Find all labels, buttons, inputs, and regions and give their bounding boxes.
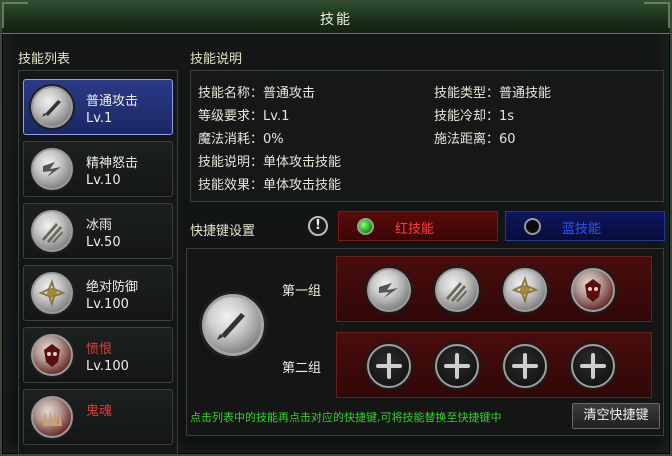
skill-item-pugong[interactable]: 普通攻击 Lv.1 [23, 79, 173, 135]
sword-icon [31, 86, 73, 128]
skill-level: Lv.10 [86, 173, 121, 188]
skill-item-fenhen[interactable]: 愤恨 Lv.100 [23, 327, 173, 383]
desc-row-name: 技能名称：普通攻击 [198, 86, 316, 101]
skill-item-guihun[interactable]: 鬼魂 [23, 389, 173, 445]
title-bar: 技能 [2, 2, 670, 34]
skill-name: 绝对防御 [86, 280, 139, 295]
desc-row-effect: 技能效果：单体攻击技能 [198, 178, 342, 193]
tab-red-skills[interactable]: 红技能 [338, 211, 498, 241]
spiral-shield-icon [31, 272, 73, 314]
skill-name: 精神怒击 [86, 156, 139, 171]
tab-label: 蓝技能 [562, 222, 602, 237]
skill-level: Lv.1 [86, 111, 113, 126]
lightning-strike-icon [31, 148, 73, 190]
radio-selected-icon [357, 218, 374, 235]
plus-icon [512, 353, 538, 379]
skill-level: Lv.100 [86, 359, 129, 374]
hotkey-slot-1-1[interactable] [367, 268, 411, 312]
desc-row-level-req: 等级要求：Lv.1 [198, 109, 290, 124]
ghost-claws-icon [31, 396, 73, 438]
desc-row-cooldown: 技能冷却：1s [434, 109, 515, 124]
hotkey-group-1 [336, 256, 652, 322]
plus-icon [580, 353, 606, 379]
ice-rain-icon [31, 210, 73, 252]
selected-skill-sword-icon [202, 294, 264, 356]
hotkey-slot-2-4[interactable] [571, 344, 615, 388]
title-corner-left [2, 2, 28, 28]
skill-name: 鬼魂 [86, 404, 113, 419]
skill-item-jingshen[interactable]: 精神怒击 Lv.10 [23, 141, 173, 197]
group-2-label: 第二组 [282, 361, 322, 376]
radio-unselected-icon [524, 218, 541, 235]
hotkey-slot-2-1[interactable] [367, 344, 411, 388]
spiral-shield-icon [511, 276, 539, 305]
skill-list-label: 技能列表 [18, 52, 71, 67]
desc-row-mana: 魔法消耗：0% [198, 132, 284, 147]
window-title: 技能 [320, 12, 352, 28]
skill-name: 愤恨 [86, 342, 113, 357]
hotkey-group-2 [336, 332, 652, 398]
hotkey-setup-label: 快捷键设置 [190, 224, 256, 239]
skill-window: 技能 技能列表 技能说明 普通攻击 Lv.1 精神怒击 Lv.10 冰雨 Lv.… [0, 0, 672, 456]
hotkey-slot-2-2[interactable] [435, 344, 479, 388]
skill-item-jueduifangyu[interactable]: 绝对防御 Lv.100 [23, 265, 173, 321]
hotkey-slot-1-4[interactable] [571, 268, 615, 312]
tab-blue-skills[interactable]: 蓝技能 [505, 211, 665, 241]
tab-label: 红技能 [395, 222, 435, 237]
info-alert-icon[interactable]: ! [308, 216, 328, 236]
group-1-label: 第一组 [282, 284, 322, 299]
desc-row-range: 施法距离：60 [434, 132, 516, 147]
demon-mask-icon [585, 279, 601, 302]
skill-level: Lv.50 [86, 235, 121, 250]
skill-description-label: 技能说明 [190, 52, 243, 67]
skill-item-bingyu[interactable]: 冰雨 Lv.50 [23, 203, 173, 259]
lightning-strike-icon [379, 283, 398, 298]
hotkey-hint-text: 点击列表中的技能再点击对应的快捷键,可将技能替换至快捷键中 [190, 411, 502, 424]
plus-icon [444, 353, 470, 379]
title-corner-right [644, 2, 670, 28]
demon-mask-icon [31, 334, 73, 376]
skill-list[interactable]: 普通攻击 Lv.1 精神怒击 Lv.10 冰雨 Lv.50 绝对防御 Lv.10… [18, 70, 178, 454]
hotkey-slot-2-3[interactable] [503, 344, 547, 388]
hotkey-slot-1-2[interactable] [435, 268, 479, 312]
skill-name: 普通攻击 [86, 94, 139, 109]
desc-row-type: 技能类型：普通技能 [434, 86, 552, 101]
desc-row-desc: 技能说明：单体攻击技能 [198, 155, 342, 170]
plus-icon [376, 353, 402, 379]
ice-rain-icon [446, 282, 467, 302]
skill-level: Lv.100 [86, 297, 129, 312]
clear-hotkeys-button[interactable]: 清空快捷键 [572, 403, 660, 429]
skill-name: 冰雨 [86, 218, 113, 233]
hotkey-slot-1-3[interactable] [503, 268, 547, 312]
